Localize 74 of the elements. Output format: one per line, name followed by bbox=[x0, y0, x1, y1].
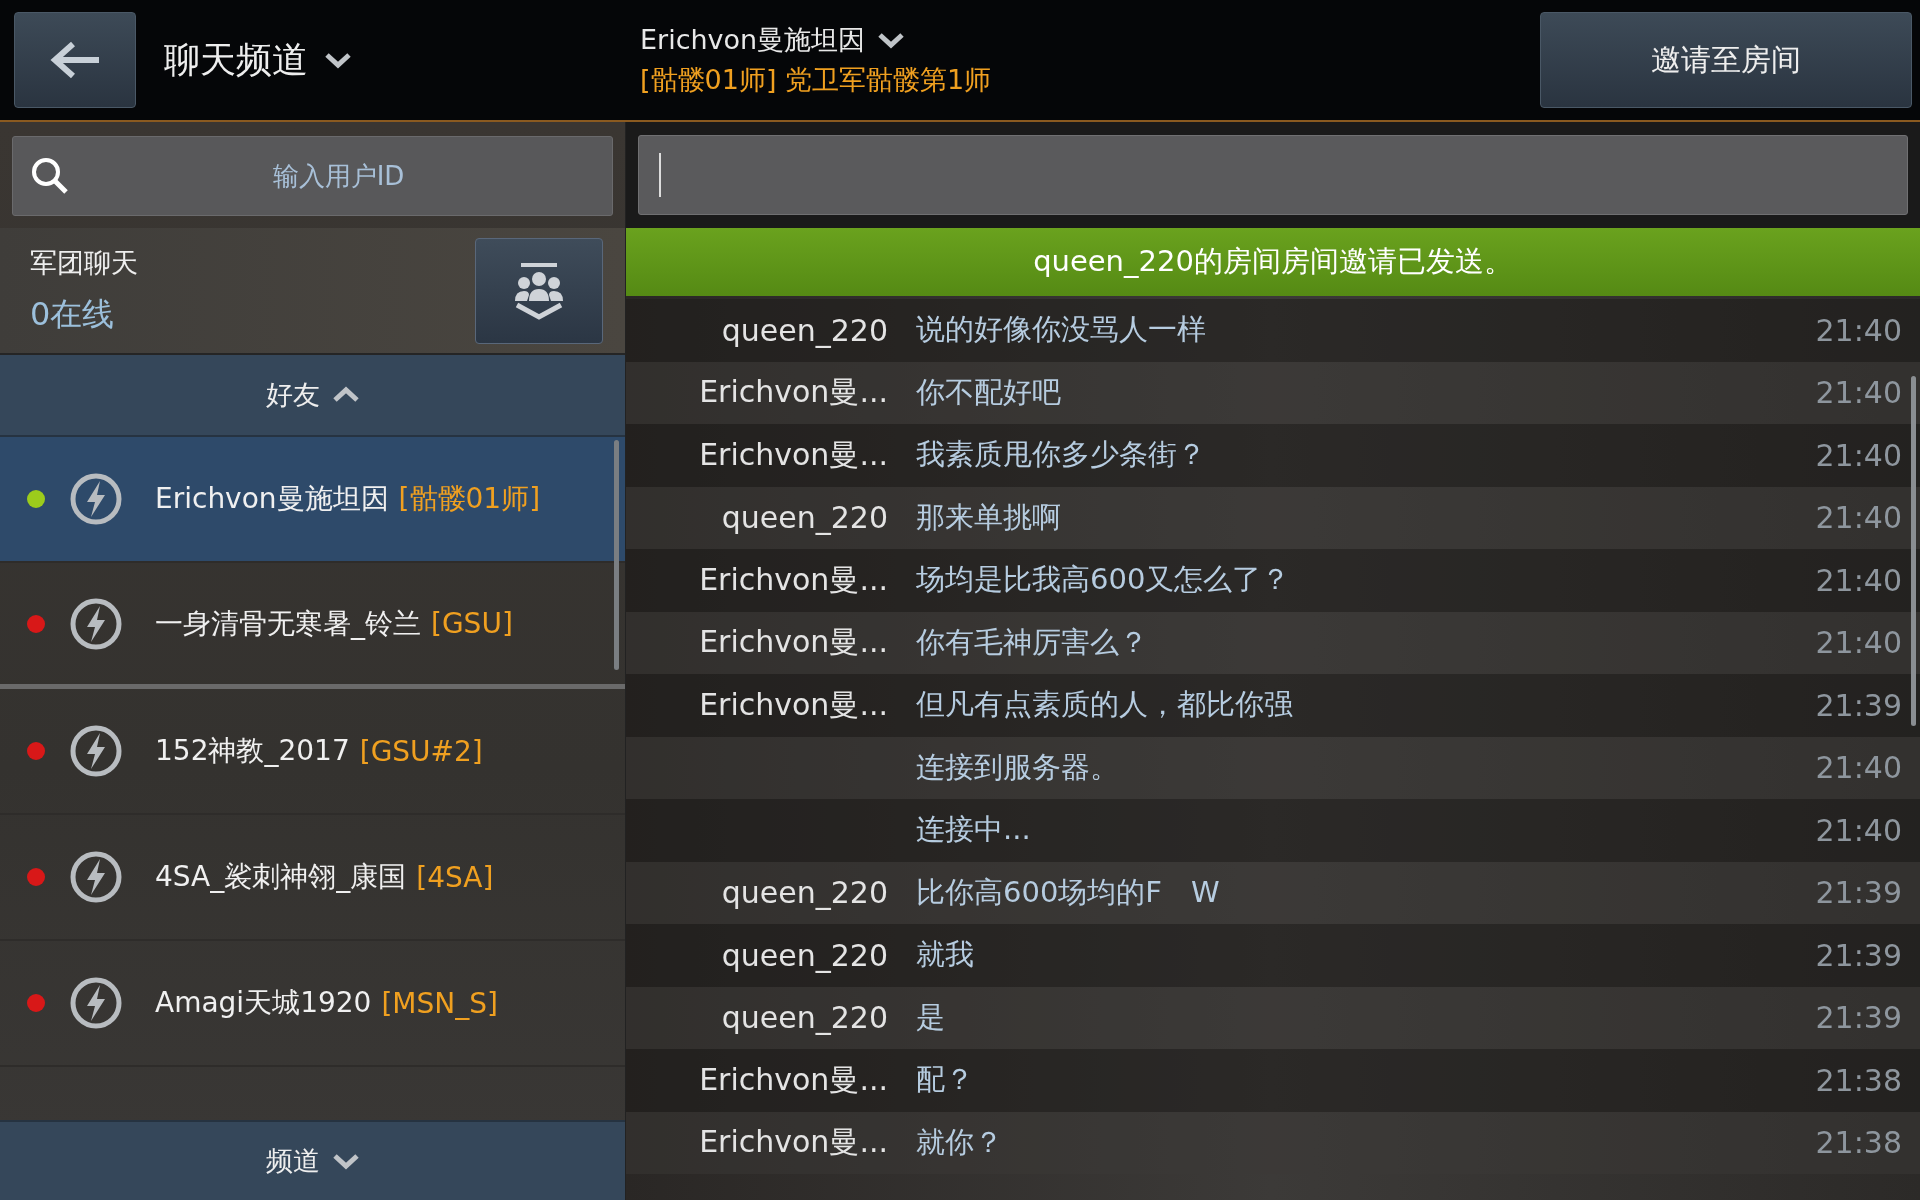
message-text: 但凡有点素质的人，都比你强 bbox=[916, 686, 1294, 724]
friend-name: Erichvon曼施坦因 bbox=[155, 481, 389, 517]
message-text: 那来单挑啊 bbox=[916, 498, 1062, 536]
message-sender: Erichvon曼... bbox=[699, 436, 888, 472]
friends-header[interactable]: 好友 bbox=[0, 355, 625, 437]
clan-tag: [GSU#2] bbox=[359, 734, 483, 768]
lightning-icon bbox=[69, 472, 123, 526]
message-time: 21:39 bbox=[1815, 687, 1903, 723]
clan-chat-title: 军团聊天 bbox=[30, 245, 138, 280]
friend-item[interactable]: Amagi天城1920 [MSN_S] bbox=[0, 941, 625, 1067]
clan-tag: [骷髅01师] bbox=[398, 480, 541, 518]
search-field[interactable]: 输入用户ID bbox=[12, 136, 613, 216]
lightning-icon bbox=[69, 596, 123, 651]
message-time: 21:39 bbox=[1815, 1000, 1903, 1036]
chevron-down-icon[interactable] bbox=[324, 50, 352, 70]
message-text: 就我 bbox=[916, 936, 975, 974]
message-time: 21:40 bbox=[1815, 750, 1903, 786]
message-sender: queen_220 bbox=[721, 937, 888, 973]
message-sender: queen_220 bbox=[721, 1000, 888, 1036]
message-text: 说的好像你没骂人一样 bbox=[916, 311, 1207, 349]
message-time: 21:40 bbox=[1815, 562, 1903, 598]
friend-name: 152神教_2017 bbox=[155, 733, 350, 769]
clan-tag: [MSN_S] bbox=[381, 986, 498, 1020]
notice-banner: queen_220的房间房间邀请已发送。 bbox=[626, 228, 1920, 296]
message-time: 21:40 bbox=[1815, 625, 1903, 661]
message-input-field[interactable] bbox=[638, 135, 1908, 215]
lightning-icon bbox=[69, 850, 123, 904]
message-sender: queen_220 bbox=[721, 500, 888, 536]
message-time: 21:40 bbox=[1815, 375, 1903, 411]
message-sender: Erichvon曼... bbox=[699, 1124, 888, 1160]
online-count: 0在线 bbox=[30, 293, 116, 335]
channel-subtitle: [骷髅01师] 党卫军骷髅第1师 bbox=[640, 63, 993, 97]
message-sender: Erichvon曼... bbox=[699, 1061, 888, 1097]
message-time: 21:38 bbox=[1815, 1062, 1903, 1098]
chevron-down-icon[interactable] bbox=[877, 30, 906, 50]
message-time: 21:40 bbox=[1815, 312, 1903, 348]
clan-tag: [4SA] bbox=[416, 860, 494, 894]
back-button[interactable] bbox=[14, 12, 136, 108]
message-sender: Erichvon曼... bbox=[699, 686, 888, 722]
message-time: 21:40 bbox=[1815, 500, 1903, 536]
message-text: 你有毛神厉害么？ bbox=[916, 623, 1149, 661]
message-text: 配？ bbox=[916, 1061, 975, 1099]
message-sender: Erichvon曼... bbox=[699, 624, 888, 660]
message-time: 21:40 bbox=[1815, 437, 1903, 473]
friend-item[interactable]: 4SA_裟刺神翎_康国 [4SA] bbox=[0, 815, 625, 941]
message-text: 就你？ bbox=[916, 1123, 1004, 1161]
page-title: 聊天频道 bbox=[164, 37, 308, 82]
message-text: 连接到服务器。 bbox=[916, 748, 1120, 786]
message-time: 21:40 bbox=[1815, 812, 1903, 848]
clan-tag: [GSU] bbox=[431, 607, 513, 640]
message-text: 你不配好吧 bbox=[916, 373, 1062, 411]
group-chat-button[interactable] bbox=[475, 237, 603, 344]
channels-header[interactable]: 频道 bbox=[0, 1120, 625, 1200]
message-text: 是 bbox=[916, 998, 946, 1036]
message-sender: Erichvon曼... bbox=[699, 561, 888, 597]
message-text: 我素质甩你多少条街？ bbox=[916, 436, 1207, 474]
lightning-icon bbox=[69, 976, 123, 1030]
friend-name: 一身清骨无寒暑_铃兰 bbox=[155, 605, 421, 642]
lightning-icon bbox=[69, 724, 123, 778]
message-sender: Erichvon曼... bbox=[699, 374, 888, 410]
invite-button[interactable]: 邀请至房间 bbox=[1540, 12, 1912, 108]
channel-name: Erichvon曼施坦因 bbox=[640, 23, 866, 57]
friend-name: 4SA_裟刺神翎_康国 bbox=[155, 859, 407, 895]
friend-name: Amagi天城1920 bbox=[155, 985, 372, 1021]
message-text: 连接中... bbox=[916, 811, 1032, 849]
message-time: 21:39 bbox=[1815, 875, 1903, 911]
message-sender: queen_220 bbox=[721, 312, 888, 348]
message-sender: queen_220 bbox=[721, 875, 888, 911]
message-text: 比你高600场均的F W bbox=[916, 873, 1221, 911]
message-time: 21:38 bbox=[1815, 1125, 1903, 1161]
message-time: 21:39 bbox=[1815, 937, 1903, 973]
friend-item[interactable]: 152神教_2017 [GSU#2] bbox=[0, 689, 625, 815]
message-text: 场均是比我高600又怎么了？ bbox=[916, 561, 1292, 599]
friend-item[interactable]: Erichvon曼施坦因 [骷髅01师] bbox=[0, 437, 625, 563]
